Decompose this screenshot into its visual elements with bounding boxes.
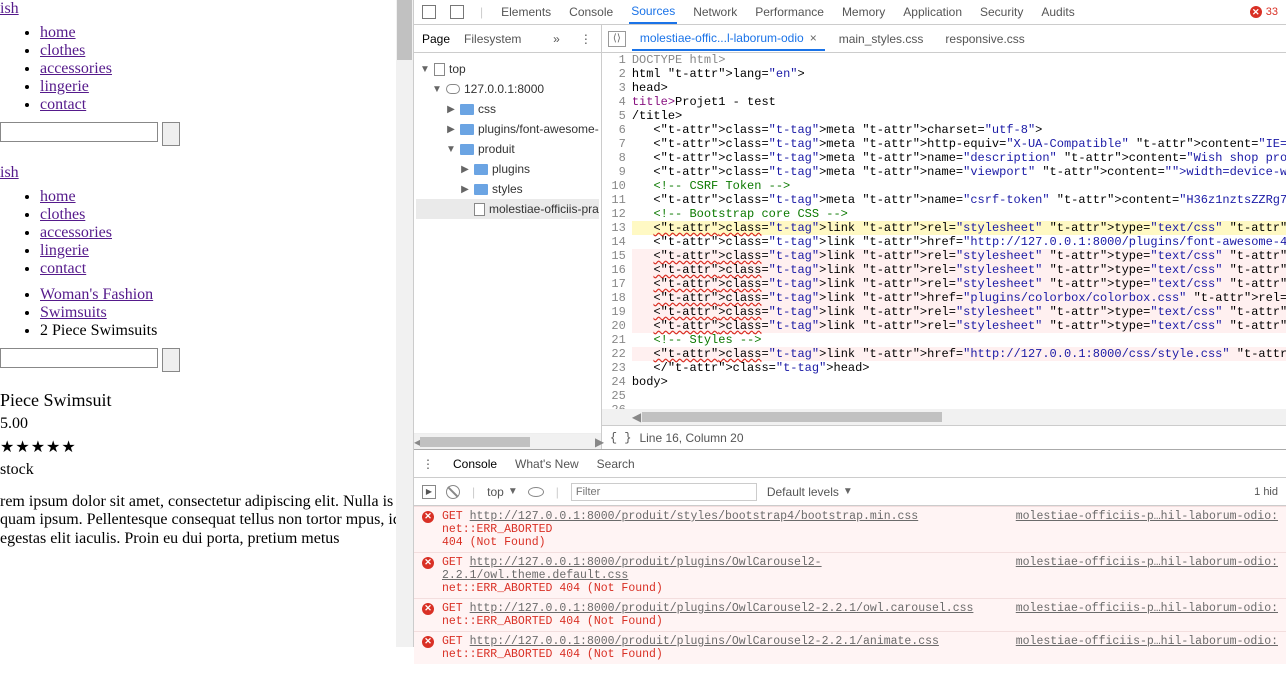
log-level-selector[interactable]: Default levels ▼ bbox=[767, 485, 853, 499]
code-lines[interactable]: DOCTYPE html>html "t-attr">lang="en">hea… bbox=[632, 53, 1286, 409]
tree-css[interactable]: css bbox=[478, 102, 496, 116]
hidden-count: 1 hid bbox=[1254, 486, 1278, 498]
drawer-tab-search[interactable]: Search bbox=[597, 457, 635, 471]
console-error-row[interactable]: ✕GET http://127.0.0.1:8000/produit/plugi… bbox=[414, 552, 1286, 598]
folder-icon bbox=[460, 144, 474, 155]
nav-contact[interactable]: contact bbox=[40, 96, 86, 113]
console-drawer: ⋮ Console What's New Search ▶ | top ▼ | … bbox=[414, 449, 1286, 664]
nav-list-1: home clothes accessories lingerie contac… bbox=[0, 24, 413, 114]
console-menu-icon[interactable]: ⋮ bbox=[422, 457, 435, 471]
pretty-print-icon[interactable]: { } bbox=[610, 431, 632, 445]
bc-womans-fashion[interactable]: Woman's Fashion bbox=[40, 286, 153, 303]
tab-audits[interactable]: Audits bbox=[1039, 1, 1076, 23]
nav-clothes[interactable]: clothes bbox=[40, 42, 85, 59]
devtools-toolbar: | Elements Console Sources Network Perfo… bbox=[414, 0, 1286, 25]
line-gutter: 1234567891011121314151617181920212223242… bbox=[602, 53, 632, 409]
heading-link-1[interactable]: ish bbox=[0, 0, 413, 18]
scrollbar-vertical[interactable] bbox=[396, 0, 413, 647]
nav2-accessories[interactable]: accessories bbox=[40, 224, 112, 241]
filenav-more-icon[interactable]: » bbox=[553, 32, 560, 46]
folder-icon bbox=[460, 124, 474, 135]
tab-sources[interactable]: Sources bbox=[629, 0, 677, 24]
filenav-tab-page[interactable]: Page bbox=[422, 32, 450, 46]
tab-performance[interactable]: Performance bbox=[753, 1, 826, 23]
filenav-tab-filesystem[interactable]: Filesystem bbox=[464, 32, 521, 46]
folder-icon bbox=[474, 184, 488, 195]
device-toggle-icon[interactable] bbox=[450, 5, 464, 19]
drawer-tab-console[interactable]: Console bbox=[453, 457, 497, 471]
nav-accessories[interactable]: accessories bbox=[40, 60, 112, 77]
heading-link-2[interactable]: ish bbox=[0, 164, 413, 182]
code-tab-2[interactable]: main_styles.css bbox=[831, 28, 932, 50]
page-preview: ish home clothes accessories lingerie co… bbox=[0, 0, 414, 647]
nav-icon[interactable]: ⟨⟩ bbox=[608, 31, 626, 47]
devtools: | Elements Console Sources Network Perfo… bbox=[414, 0, 1286, 647]
tree-file[interactable]: molestiae-officiis-pra bbox=[489, 202, 599, 216]
drawer-tab-whatsnew[interactable]: What's New bbox=[515, 457, 579, 471]
tree-host[interactable]: 127.0.0.1:8000 bbox=[464, 82, 544, 96]
search-input-2[interactable] bbox=[0, 348, 158, 368]
nav2-contact[interactable]: contact bbox=[40, 260, 86, 277]
tree-plugins-fa[interactable]: plugins/font-awesome- bbox=[478, 122, 599, 136]
code-tab-1[interactable]: molestiae-offic...l-laborum-odio× bbox=[632, 27, 825, 51]
bc-2piece: 2 Piece Swimsuits bbox=[40, 322, 157, 339]
tree-produit[interactable]: produit bbox=[478, 142, 515, 156]
filenav-menu-icon[interactable]: ⋮ bbox=[580, 32, 593, 46]
nav2-lingerie[interactable]: lingerie bbox=[40, 242, 89, 259]
nav-lingerie[interactable]: lingerie bbox=[40, 78, 89, 95]
console-error-row[interactable]: ✕GET http://127.0.0.1:8000/produit/plugi… bbox=[414, 631, 1286, 664]
file-tree: ▼top ▼127.0.0.1:8000 ▶css ▶plugins/font-… bbox=[414, 53, 601, 225]
context-selector[interactable]: top ▼ bbox=[487, 485, 518, 499]
inspect-icon[interactable] bbox=[422, 5, 436, 19]
nav-list-2: home clothes accessories lingerie contac… bbox=[0, 188, 413, 278]
rating-stars: ★★★★★ bbox=[0, 437, 413, 457]
cursor-status: Line 16, Column 20 bbox=[639, 431, 743, 445]
tab-security[interactable]: Security bbox=[978, 1, 1025, 23]
close-icon[interactable]: × bbox=[810, 31, 817, 45]
code-editor: ⟨⟩ molestiae-offic...l-laborum-odio× mai… bbox=[602, 25, 1286, 449]
tab-memory[interactable]: Memory bbox=[840, 1, 887, 23]
console-error-row[interactable]: ✕GET http://127.0.0.1:8000/produit/style… bbox=[414, 506, 1286, 552]
product-title: Piece Swimsuit bbox=[0, 390, 413, 411]
search-input-1[interactable] bbox=[0, 122, 158, 142]
tab-application[interactable]: Application bbox=[901, 1, 964, 23]
code-hscroll[interactable]: ◀ ▶ bbox=[602, 409, 1286, 425]
cloud-icon bbox=[446, 84, 460, 94]
product-price: 5.00 bbox=[0, 415, 413, 433]
nav2-clothes[interactable]: clothes bbox=[40, 206, 85, 223]
file-icon bbox=[474, 203, 485, 216]
play-icon[interactable]: ▶ bbox=[422, 485, 436, 499]
stock-status: stock bbox=[0, 461, 413, 479]
breadcrumb: Woman's Fashion Swimsuits 2 Piece Swimsu… bbox=[0, 286, 413, 340]
tab-network[interactable]: Network bbox=[691, 1, 739, 23]
console-error-row[interactable]: ✕GET http://127.0.0.1:8000/produit/plugi… bbox=[414, 598, 1286, 631]
file-nav-hscroll[interactable]: ◀▶ bbox=[414, 433, 601, 449]
nav2-home[interactable]: home bbox=[40, 188, 76, 205]
window-icon bbox=[434, 63, 445, 76]
folder-icon bbox=[474, 164, 488, 175]
console-log: ✕GET http://127.0.0.1:8000/produit/style… bbox=[414, 506, 1286, 664]
search-button-2[interactable] bbox=[162, 348, 180, 372]
tree-plugins[interactable]: plugins bbox=[492, 162, 530, 176]
clear-console-icon[interactable] bbox=[446, 485, 460, 499]
console-filter-input[interactable] bbox=[571, 483, 757, 501]
tab-console[interactable]: Console bbox=[567, 1, 615, 23]
code-tab-3[interactable]: responsive.css bbox=[937, 28, 1032, 50]
folder-icon bbox=[460, 104, 474, 115]
sources-file-nav: Page Filesystem » ⋮ ▼top ▼127.0.0.1:8000… bbox=[414, 25, 602, 449]
product-description: rem ipsum dolor sit amet, consectetur ad… bbox=[0, 493, 413, 548]
bc-swimsuits[interactable]: Swimsuits bbox=[40, 304, 107, 321]
nav-home[interactable]: home bbox=[40, 24, 76, 41]
search-button-1[interactable] bbox=[162, 122, 180, 146]
error-count-badge[interactable]: ✕33 bbox=[1250, 6, 1278, 18]
tab-elements[interactable]: Elements bbox=[499, 1, 553, 23]
tree-top[interactable]: top bbox=[449, 62, 466, 76]
live-expression-icon[interactable] bbox=[528, 487, 544, 497]
tree-styles[interactable]: styles bbox=[492, 182, 523, 196]
